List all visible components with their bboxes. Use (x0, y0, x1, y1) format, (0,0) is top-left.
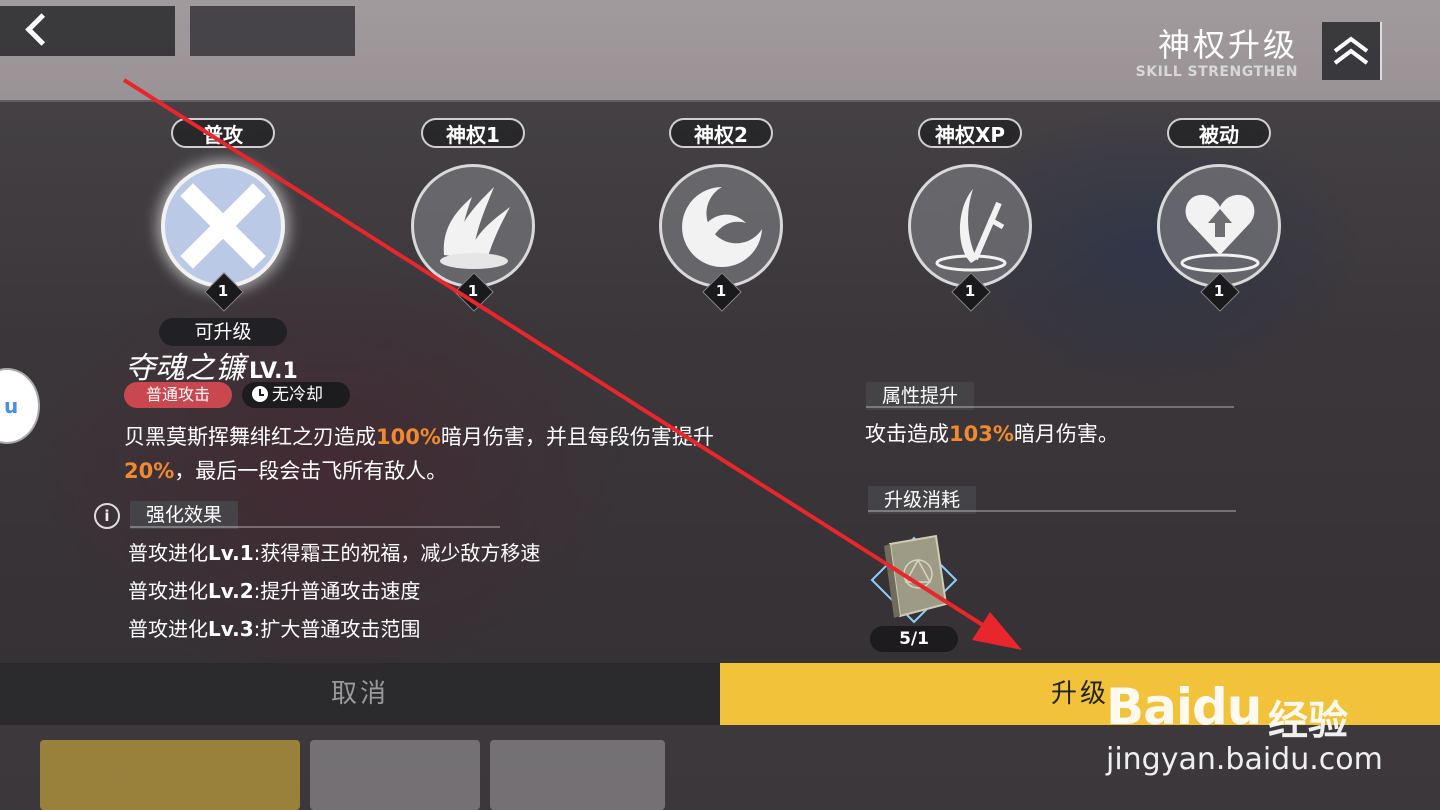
enhance-heading: 强化效果 (130, 501, 239, 529)
chevron-left-icon (25, 13, 58, 46)
skill-level: 1 (217, 282, 229, 300)
skill-icon-circle[interactable] (908, 164, 1032, 288)
skill-tab-label: 神权2 (669, 118, 773, 148)
cost-count: 5/1 (870, 626, 958, 652)
skill-slot-passive[interactable]: 被动 1 (1144, 100, 1294, 312)
double-chevron-up-icon (1333, 36, 1369, 65)
collapse-button[interactable] (1322, 22, 1382, 80)
skill-tab-label: 神权1 (421, 118, 525, 148)
crescent-swirl-icon (682, 187, 762, 267)
avatar-glyph: u (4, 394, 19, 418)
watermark-brand: Baidu (1106, 678, 1262, 736)
bottom-tab-blurred (310, 740, 480, 810)
skill-book-icon (870, 534, 958, 624)
back-button[interactable] (0, 6, 175, 56)
upgradable-badge: 可升级 (159, 318, 287, 346)
page-subtitle: SKILL STRENGTHEN (1135, 64, 1298, 80)
bottom-tab-blurred (40, 740, 300, 810)
desc-highlight: 100% (376, 425, 441, 449)
attribute-text: 攻击造成103%暗月伤害。 (865, 422, 1119, 446)
attribute-divider (866, 406, 1234, 408)
skill-level: 1 (964, 282, 976, 300)
skill-slot-1[interactable]: 神权1 1 (398, 100, 548, 312)
page-title: 神权升级 (1157, 26, 1298, 64)
scythe-x-icon (180, 183, 266, 269)
heart-up-icon (1180, 194, 1260, 273)
info-icon[interactable]: i (94, 503, 120, 529)
enhance-item: 普攻进化Lv.3:扩大普通攻击范围 (128, 617, 421, 641)
skill-slot-xp[interactable]: 神权XP 1 (895, 100, 1045, 312)
cost-item-slot[interactable] (864, 530, 964, 630)
watermark-cn: 经验 (1268, 698, 1348, 744)
skill-tab-label: 被动 (1167, 118, 1271, 148)
skill-tab-label: 神权XP (918, 118, 1022, 148)
skill-level: 1 (715, 282, 727, 300)
bottom-tab-blurred (490, 740, 665, 810)
enhance-divider (130, 526, 500, 528)
skill-icon-circle[interactable] (411, 164, 535, 288)
clock-icon (252, 386, 268, 402)
enhance-item: 普攻进化Lv.2:提升普通攻击速度 (128, 579, 421, 603)
resource-button[interactable] (190, 6, 355, 56)
desc-part: ，最后一段会击飞所有敌人。 (174, 459, 448, 483)
skill-slot-normal[interactable]: 普攻 可升级 1 (148, 100, 298, 346)
skill-type-tag: 普通攻击 (124, 382, 232, 408)
desc-part: 暗月伤害，并且每段伤害提升 (440, 425, 714, 449)
cost-divider (868, 510, 1236, 512)
skill-level: 1 (467, 282, 479, 300)
claw-slash-icon (440, 187, 510, 269)
skill-description: 贝黑莫斯挥舞绯红之刃造成100%暗月伤害，并且每段伤害提升 20%，最后一段会击飞… (124, 420, 764, 488)
skill-name: 夺魂之镰 LV.1 (125, 343, 298, 387)
desc-highlight: 20% (124, 459, 175, 483)
skill-tab-label: 普攻 (171, 118, 275, 148)
skill-level-text: LV.1 (249, 359, 298, 384)
skill-icon-circle[interactable] (1157, 164, 1281, 288)
desc-part: 贝黑莫斯挥舞绯红之刃造成 (124, 425, 376, 449)
skill-icon-circle[interactable] (161, 164, 285, 288)
skill-slot-2[interactable]: 神权2 1 (646, 100, 796, 312)
cancel-button[interactable]: 取消 (0, 663, 720, 725)
baidu-watermark: Baidu 经验 jingyan.baidu.com (1106, 660, 1383, 780)
skill-name-text: 夺魂之镰 (125, 351, 245, 386)
skill-icon-circle[interactable] (659, 164, 783, 288)
skill-level: 1 (1213, 282, 1225, 300)
watermark-url: jingyan.baidu.com (1106, 742, 1383, 777)
sword-plunge-icon (935, 189, 1007, 272)
enhance-item: 普攻进化Lv.1:获得霜王的祝福，减少敌方移速 (128, 541, 541, 565)
cooldown-text: 无冷却 (272, 385, 323, 405)
cooldown-tag: 无冷却 (242, 382, 350, 408)
